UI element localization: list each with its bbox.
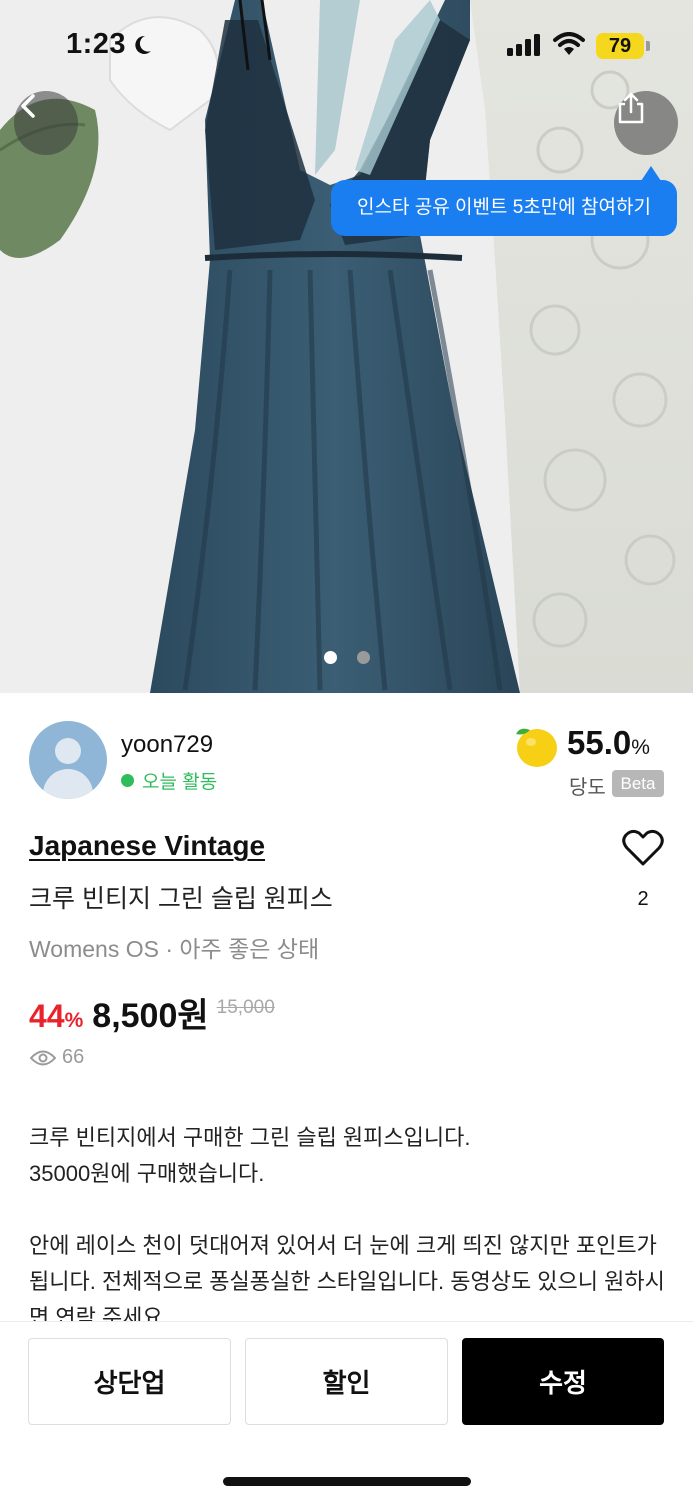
- carousel-dot-active: [324, 651, 337, 664]
- description-line: 안에 레이스 천이 덧대어져 있어서 더 눈에 크게 띄진 않지만 포인트가 됩…: [29, 1233, 665, 1322]
- sweetness-unit: %: [631, 736, 650, 759]
- view-count: 66: [30, 1046, 84, 1069]
- sweetness-score: 55.0%: [567, 724, 650, 762]
- price-row: 44 % 8,500원 15,000: [29, 988, 275, 1037]
- share-button[interactable]: [614, 91, 678, 155]
- share-event-tooltip[interactable]: 인스타 공유 이벤트 5초만에 참여하기: [331, 180, 677, 236]
- dress-photo: [0, 0, 693, 693]
- description-line: 35000원에 구매했습니다.: [29, 1161, 265, 1186]
- status-time: 1:23: [66, 28, 127, 60]
- home-indicator[interactable]: [223, 1477, 471, 1486]
- brand-link[interactable]: Japanese Vintage: [29, 830, 265, 862]
- discount-percent-sign: %: [64, 1009, 84, 1032]
- carousel-dot: [357, 651, 370, 664]
- original-price: 15,000: [216, 997, 275, 1018]
- description-line: 크루 빈티지에서 구매한 그린 슬립 원피스입니다.: [29, 1125, 471, 1150]
- heart-icon[interactable]: [622, 829, 664, 867]
- seller-activity-label: 오늘 활동: [142, 772, 218, 793]
- moon-icon: [135, 35, 151, 54]
- online-dot: [121, 774, 134, 787]
- sweetness-value: 55.0: [567, 724, 632, 761]
- discount-button[interactable]: 할인: [245, 1338, 448, 1425]
- battery-cap: [646, 41, 650, 51]
- seller-username[interactable]: yoon729: [121, 731, 213, 759]
- carousel-indicator: [324, 651, 370, 664]
- like-count: 2: [637, 888, 649, 910]
- bottom-action-bar: 상단업 할인 수정: [0, 1321, 693, 1500]
- sweetness-label: 당도: [569, 777, 606, 799]
- sale-price: 8,500원: [92, 997, 209, 1035]
- share-icon: [618, 92, 644, 124]
- wifi-icon: [553, 32, 585, 55]
- product-meta: Womens OS · 아주 좋은 상태: [29, 936, 320, 962]
- seller-activity: 오늘 활동: [121, 767, 217, 794]
- signal-icon: [507, 34, 540, 56]
- avatar-head: [55, 738, 81, 764]
- description-gap: [29, 1192, 669, 1228]
- back-button[interactable]: [14, 91, 78, 155]
- avatar[interactable]: [29, 721, 107, 799]
- status-bar: 1:23 79: [0, 0, 693, 90]
- eye-icon: [30, 1050, 56, 1065]
- avatar-body: [43, 769, 93, 799]
- edit-button[interactable]: 수정: [462, 1338, 664, 1425]
- view-count-value: 66: [62, 1046, 85, 1068]
- bump-button[interactable]: 상단업: [28, 1338, 231, 1425]
- product-photo-carousel[interactable]: 1:23 79 인스타 공유 이벤트 5초만에 참여하기: [0, 0, 693, 693]
- sweetness-fruit-icon: [516, 728, 557, 767]
- discount-rate: 44: [29, 998, 65, 1034]
- back-arrow-icon: [21, 94, 35, 118]
- tooltip-tail: [641, 166, 661, 181]
- battery-indicator: 79: [596, 33, 644, 59]
- product-description: 크루 빈티지에서 구매한 그린 슬립 원피스입니다. 35000원에 구매했습니…: [29, 1120, 669, 1322]
- beta-badge: Beta: [612, 770, 664, 797]
- product-title: 크루 빈티지 그린 슬립 원피스: [29, 885, 333, 913]
